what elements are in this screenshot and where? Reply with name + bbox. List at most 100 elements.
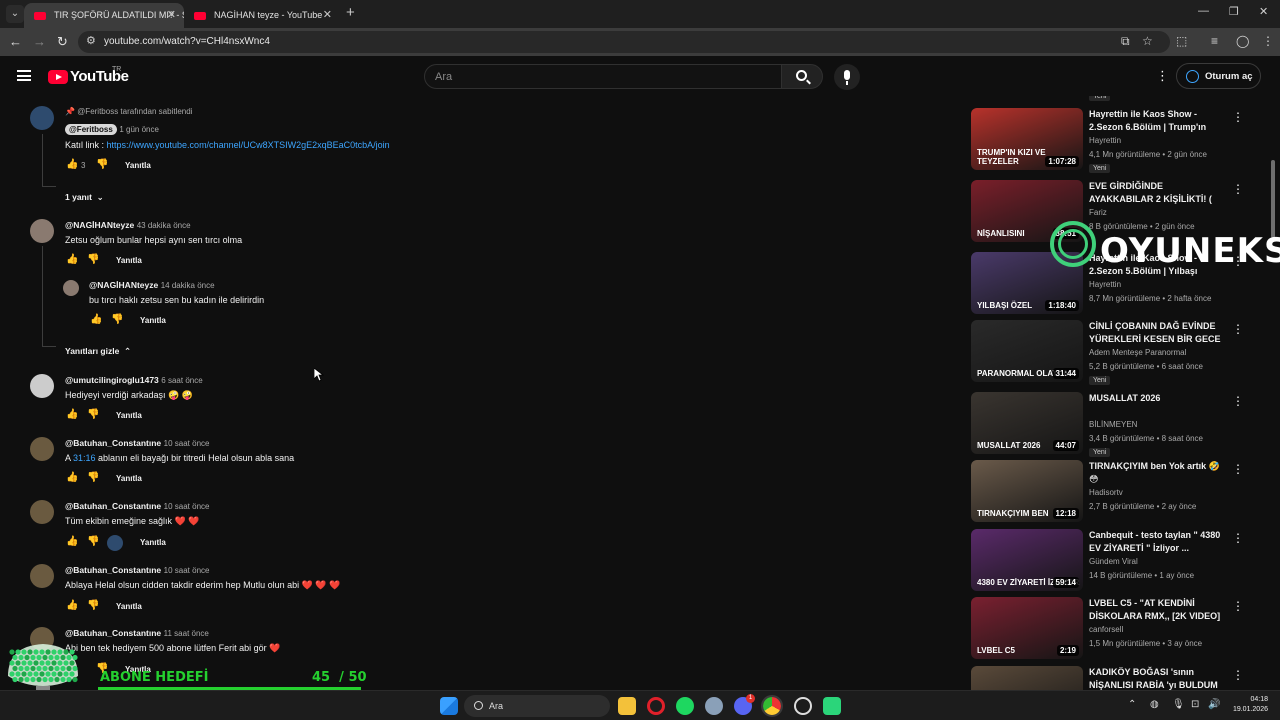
like-icon[interactable]: 👍: [66, 409, 78, 420]
more-actions-icon[interactable]: ⋮: [1232, 110, 1244, 124]
microphone-icon[interactable]: 🎙: [1172, 699, 1185, 710]
tab-inactive[interactable]: NAGİHAN teyze - YouTube ✕: [184, 3, 340, 28]
tab-search-button[interactable]: ⌄: [6, 5, 24, 23]
video-thumbnail[interactable]: MUSALLAT 2026 44:07: [971, 392, 1083, 454]
settings-menu-icon[interactable]: ⋮: [1156, 68, 1169, 84]
avatar[interactable]: [30, 437, 54, 461]
dislike-icon[interactable]: 👎: [111, 314, 123, 325]
windows-start-icon[interactable]: [440, 697, 458, 715]
video-thumbnail[interactable]: PARANORMAL OLAYLAR 31:44: [971, 320, 1083, 382]
dislike-icon[interactable]: 👎: [87, 409, 99, 420]
avatar[interactable]: [30, 374, 54, 398]
more-actions-icon[interactable]: ⋮: [1232, 322, 1244, 336]
reply-button[interactable]: Yanıtla: [125, 161, 151, 170]
media-control-icon[interactable]: ≡: [1211, 34, 1218, 48]
recommendation-item[interactable]: TIRNAKÇIYIM BEN 12:18 TIRNAKÇIYIM ben Yok …: [960, 460, 1260, 524]
channel-name[interactable]: BİLİNMEYEN: [1089, 420, 1137, 429]
tab-close-icon[interactable]: ✕: [323, 8, 332, 21]
youtube-logo-icon[interactable]: [48, 70, 68, 84]
comment-time[interactable]: 10 saat önce: [164, 502, 210, 511]
recommendation-item[interactable]: LVBEL C5 2:19 LVBEL C5 - "AT KENDİNİ DİSKO…: [960, 597, 1260, 661]
comment-time[interactable]: 10 saat önce: [164, 439, 210, 448]
comment-author[interactable]: @Batuhan_Constantıne: [65, 565, 161, 575]
more-actions-icon[interactable]: ⋮: [1232, 668, 1244, 682]
author-badge[interactable]: @Feritboss: [65, 124, 117, 135]
restore-icon[interactable]: ❐: [1229, 5, 1239, 18]
comment-author[interactable]: @NAGİHANteyze: [89, 280, 158, 290]
channel-name[interactable]: Hadisortv: [1089, 488, 1123, 497]
recommendation-item[interactable]: MUSALLAT 2026 44:07 MUSALLAT 2026 BİLİNMEYE…: [960, 392, 1260, 457]
recommendation-item[interactable]: PARANORMAL OLAYLAR 31:44 CİNLİ ÇOBANIN DAĞ…: [960, 320, 1260, 385]
comment-time[interactable]: 1 gün önce: [119, 125, 159, 134]
recommendation-item[interactable]: KADIKÖY BOĞASI 'sının NİŞANLISI RABİA 'y…: [960, 666, 1260, 692]
file-explorer-icon[interactable]: [618, 697, 636, 715]
dislike-icon[interactable]: 👎: [96, 159, 108, 170]
search-button[interactable]: [781, 64, 823, 89]
chrome-icon[interactable]: [761, 695, 783, 717]
reply-button[interactable]: Yanıtla: [116, 474, 142, 483]
more-actions-icon[interactable]: ⋮: [1232, 394, 1244, 408]
extensions-icon[interactable]: ⬚: [1176, 34, 1187, 48]
tray-app-icon[interactable]: ◍: [1150, 699, 1159, 710]
reply-button[interactable]: Yanıtla: [116, 602, 142, 611]
avatar[interactable]: [63, 280, 79, 296]
clock[interactable]: 04:18 19.01.2026: [1224, 695, 1268, 715]
video-thumbnail[interactable]: LVBEL C5 2:19: [971, 597, 1083, 659]
timestamp-link[interactable]: 31:16: [73, 453, 96, 463]
menu-icon[interactable]: [17, 70, 31, 81]
back-icon[interactable]: ←: [9, 34, 22, 49]
like-icon[interactable]: 👍: [66, 472, 78, 483]
video-thumbnail[interactable]: 4380 EV ZİYARETİ İZLİYOR 59:14: [971, 529, 1083, 591]
site-info-icon[interactable]: ⚙: [86, 34, 96, 47]
like-icon[interactable]: 👍: [90, 314, 102, 325]
recommendation-item[interactable]: TRUMP'IN KIZI VE TEYZELER 1:07:28 Hayretti…: [960, 108, 1260, 173]
dislike-icon[interactable]: 👎: [87, 536, 99, 547]
reply-button[interactable]: Yanıtla: [140, 538, 166, 547]
browser-menu-icon[interactable]: ⋮: [1262, 34, 1274, 48]
video-thumbnail[interactable]: TIRNAKÇIYIM BEN 12:18: [971, 460, 1083, 522]
show-replies-button[interactable]: 1 yanıt ⌄: [65, 192, 104, 203]
like-icon[interactable]: 👍: [66, 536, 78, 547]
reply-button[interactable]: Yanıtla: [140, 316, 166, 325]
video-thumbnail[interactable]: [971, 666, 1083, 692]
app-icon[interactable]: [823, 697, 841, 715]
like-icon[interactable]: 👍: [66, 600, 78, 611]
dislike-icon[interactable]: 👎: [87, 472, 99, 483]
search-input[interactable]: [435, 70, 765, 84]
dislike-icon[interactable]: 👎: [87, 600, 99, 611]
more-actions-icon[interactable]: ⋮: [1232, 462, 1244, 476]
new-tab-button[interactable]: +: [346, 4, 355, 21]
voice-search-button[interactable]: [834, 64, 860, 90]
taskbar-search[interactable]: Ara: [464, 695, 610, 717]
join-link[interactable]: https://www.youtube.com/channel/UCw8XTSI…: [107, 140, 390, 150]
tab-active[interactable]: TIR ŞOFÖRÜ ALDATILDI MI? - Sl ✕: [24, 3, 184, 28]
more-actions-icon[interactable]: ⋮: [1232, 182, 1244, 196]
minimize-icon[interactable]: —: [1198, 5, 1209, 17]
avatar[interactable]: [30, 500, 54, 524]
comment-author[interactable]: @NAGİHANteyze: [65, 220, 134, 230]
close-window-icon[interactable]: ✕: [1259, 5, 1268, 18]
comment-time[interactable]: 14 dakika önce: [161, 281, 215, 290]
comment-author[interactable]: @Batuhan_Constantıne: [65, 501, 161, 511]
reply-button[interactable]: Yanıtla: [116, 411, 142, 420]
like-icon[interactable]: 👍: [66, 159, 78, 170]
reload-icon[interactable]: ↻: [57, 34, 68, 50]
install-app-icon[interactable]: ⧉: [1121, 34, 1130, 49]
network-icon[interactable]: ⊡: [1191, 699, 1199, 710]
recommendation-item[interactable]: 4380 EV ZİYARETİ İZLİYOR 59:14 Canbequit -…: [960, 529, 1260, 593]
comment-time[interactable]: 43 dakika önce: [137, 221, 191, 230]
more-actions-icon[interactable]: ⋮: [1232, 531, 1244, 545]
avatar[interactable]: [30, 106, 54, 130]
opera-icon[interactable]: [647, 697, 665, 715]
address-bar[interactable]: ⚙ youtube.com/watch?v=CHl4nsxWnc4: [78, 31, 1170, 53]
comment-author[interactable]: @Batuhan_Constantıne: [65, 438, 161, 448]
spotify-icon[interactable]: [676, 697, 694, 715]
dislike-icon[interactable]: 👎: [87, 254, 99, 265]
video-thumbnail[interactable]: TRUMP'IN KIZI VE TEYZELER 1:07:28: [971, 108, 1083, 170]
bookmark-star-icon[interactable]: ☆: [1142, 34, 1153, 48]
profile-icon[interactable]: ◯: [1236, 34, 1249, 48]
tab-close-icon[interactable]: ✕: [167, 8, 176, 21]
comment-time[interactable]: 6 saat önce: [161, 376, 202, 385]
channel-name[interactable]: canforsell: [1089, 625, 1123, 634]
tray-chevron-icon[interactable]: ⌃: [1128, 699, 1136, 710]
